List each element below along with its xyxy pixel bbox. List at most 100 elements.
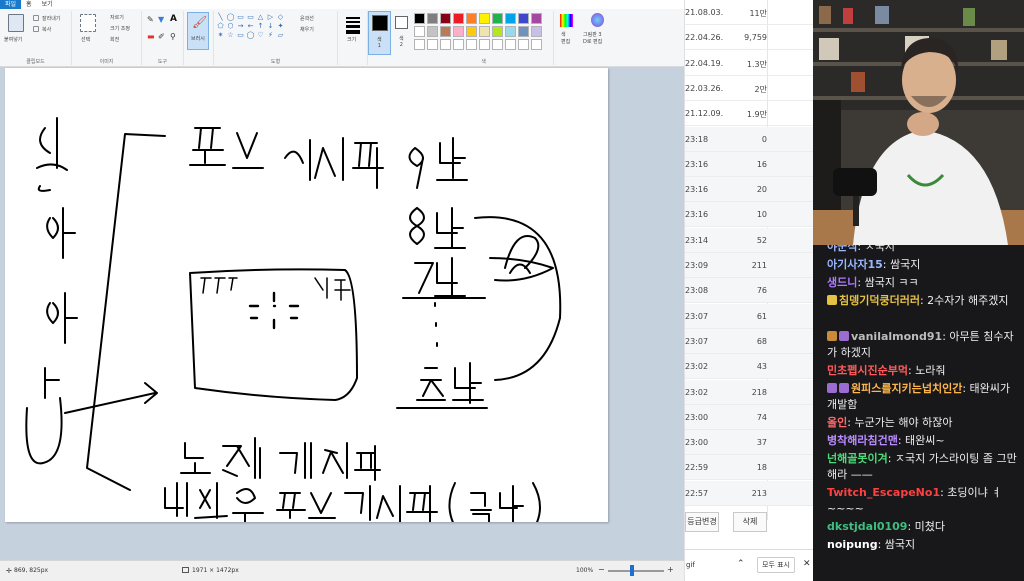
shape-callout-cloud-icon[interactable]: ▱ [276,31,285,39]
cut-button[interactable]: 잘라내기 [42,15,60,22]
fill-button[interactable]: 채우기 [300,26,314,33]
color-swatch[interactable] [518,39,529,50]
color-swatch[interactable] [440,13,451,24]
color-swatch[interactable] [531,26,542,37]
table-row[interactable]: 23:14 52 [685,227,813,253]
color-swatch[interactable] [479,26,490,37]
paint3d-button[interactable]: 그림판 3 D로 편집 [583,31,602,45]
color-swatch[interactable] [492,13,503,24]
color-picker-icon[interactable]: ✐ [158,32,165,41]
chat-username[interactable]: 올인 [827,416,847,429]
view-all-button[interactable]: 모두 표시 [757,557,795,573]
shape-oval-icon[interactable]: ◯ [226,13,235,21]
chat-username[interactable]: 생드니 [827,276,857,289]
color-swatch[interactable] [518,13,529,24]
color-swatch[interactable] [414,26,425,37]
chat-username[interactable]: noipung [827,538,878,551]
color-swatch[interactable] [427,13,438,24]
zoom-out-button[interactable]: − [598,565,605,574]
drawing-canvas[interactable] [5,68,608,522]
select-button[interactable]: 선택 [81,36,90,43]
table-row[interactable]: 23:18 0 [685,126,813,152]
shape-gallery[interactable]: ╲ ◯ ▭ ▭ △ ▷ ◇ ⬠ ⬡ → ← ↑ ↓ ✦ ✶ ☆ ▭ ◯ ♡ ⚡ … [216,13,285,39]
color-palette[interactable] [414,13,542,50]
chat-username[interactable]: vanilalmond91 [851,330,942,343]
shape-callout-oval-icon[interactable]: ◯ [246,31,255,39]
color-swatch[interactable] [466,26,477,37]
table-row[interactable]: 21.12.09. 1.9만 [685,101,813,127]
color-swatch[interactable] [453,39,464,50]
chat-username[interactable]: 민초펩시진순부먹 [827,364,908,377]
color-swatch[interactable] [505,26,516,37]
table-row[interactable]: 23:08 76 [685,278,813,304]
shape-heart-icon[interactable]: ♡ [256,31,265,39]
color-swatch[interactable] [505,13,516,24]
shape-arrow-up-icon[interactable]: ↑ [256,22,265,30]
table-row[interactable]: 23:16 20 [685,177,813,203]
color-swatch[interactable] [466,39,477,50]
color-swatch[interactable] [440,26,451,37]
tab-home[interactable]: 홈 [21,0,37,9]
shape-pentagon-icon[interactable]: ⬠ [216,22,225,30]
table-row[interactable]: 23:02 43 [685,354,813,380]
shape-rect-icon[interactable]: ▭ [236,13,245,21]
fill-icon[interactable]: ▼ [158,15,164,24]
outline-button[interactable]: 윤곽선 [300,15,314,22]
paste-icon[interactable] [8,14,24,32]
resize-button[interactable]: 크기 조정 [110,25,130,32]
text-icon[interactable]: A [170,14,177,24]
color2-button[interactable]: 색 2 [392,11,414,55]
eraser-icon[interactable]: ▬ [147,32,155,41]
shape-star6-icon[interactable]: ✶ [216,31,225,39]
shape-triangle-icon[interactable]: △ [256,13,265,21]
table-row[interactable]: 23:00 74 [685,404,813,430]
stroke-size-icon[interactable] [344,15,362,37]
close-icon[interactable]: ✕ [803,559,811,569]
download-file-name[interactable]: gif [686,561,695,569]
tab-file[interactable]: 파일 [0,0,22,9]
color-swatch[interactable] [479,13,490,24]
color-swatch[interactable] [427,26,438,37]
edit-colors-icon[interactable] [560,14,573,27]
color-swatch[interactable] [492,39,503,50]
table-row[interactable]: 23:07 68 [685,328,813,354]
chat-username[interactable]: 침뎅기덕쿵더러러 [839,294,920,307]
color-swatch[interactable] [531,39,542,50]
chat-username[interactable]: Twitch_EscapeNo1 [827,486,940,499]
pencil-icon[interactable]: ✎ [147,15,154,24]
rotate-button[interactable]: 회전 [110,36,119,43]
table-row[interactable]: 23:02 218 [685,379,813,405]
zoom-slider-track[interactable] [608,570,664,572]
brushes-button[interactable]: 🖌 브러시 [187,12,209,50]
chat-username[interactable]: 원피스를지키는넙치인간 [851,382,962,395]
shape-arrow-down-icon[interactable]: ↓ [266,22,275,30]
color-swatch[interactable] [427,39,438,50]
table-row[interactable]: 22:57 213 [685,480,813,506]
table-row[interactable]: 23:07 61 [685,303,813,329]
select-icon[interactable] [80,14,96,32]
color-swatch[interactable] [492,26,503,37]
shape-arrow-right-icon[interactable]: → [236,22,245,30]
shape-arrow-left-icon[interactable]: ← [246,22,255,30]
color-swatch[interactable] [531,13,542,24]
shape-right-triangle-icon[interactable]: ▷ [266,13,275,21]
crop-button[interactable]: 자르기 [110,14,124,21]
table-row[interactable]: 21.08.03. 11만 [685,0,813,25]
color-swatch[interactable] [518,26,529,37]
tab-view[interactable]: 보기 [37,0,58,9]
chat-username[interactable]: 병착해라침건맨 [827,434,898,447]
color-swatch[interactable] [466,13,477,24]
chat-username[interactable]: 야군식 [827,245,857,253]
copy-button[interactable]: 복사 [42,26,51,33]
delete-button[interactable]: 삭제 [733,512,767,532]
color-swatch[interactable] [453,13,464,24]
chat-username[interactable]: 아기사자15 [827,258,883,271]
paste-button[interactable]: 붙여넣기 [4,36,22,43]
shape-callout-rect-icon[interactable]: ▭ [236,31,245,39]
table-row[interactable]: 22.04.19. 1.3만 [685,51,813,76]
shape-diamond-icon[interactable]: ◇ [276,13,285,21]
table-row[interactable]: 23:09 211 [685,253,813,278]
chat-username[interactable]: 넌해골못이겨 [827,452,888,465]
table-row[interactable]: 22.03.26. 2만 [685,76,813,101]
color-swatch[interactable] [453,26,464,37]
